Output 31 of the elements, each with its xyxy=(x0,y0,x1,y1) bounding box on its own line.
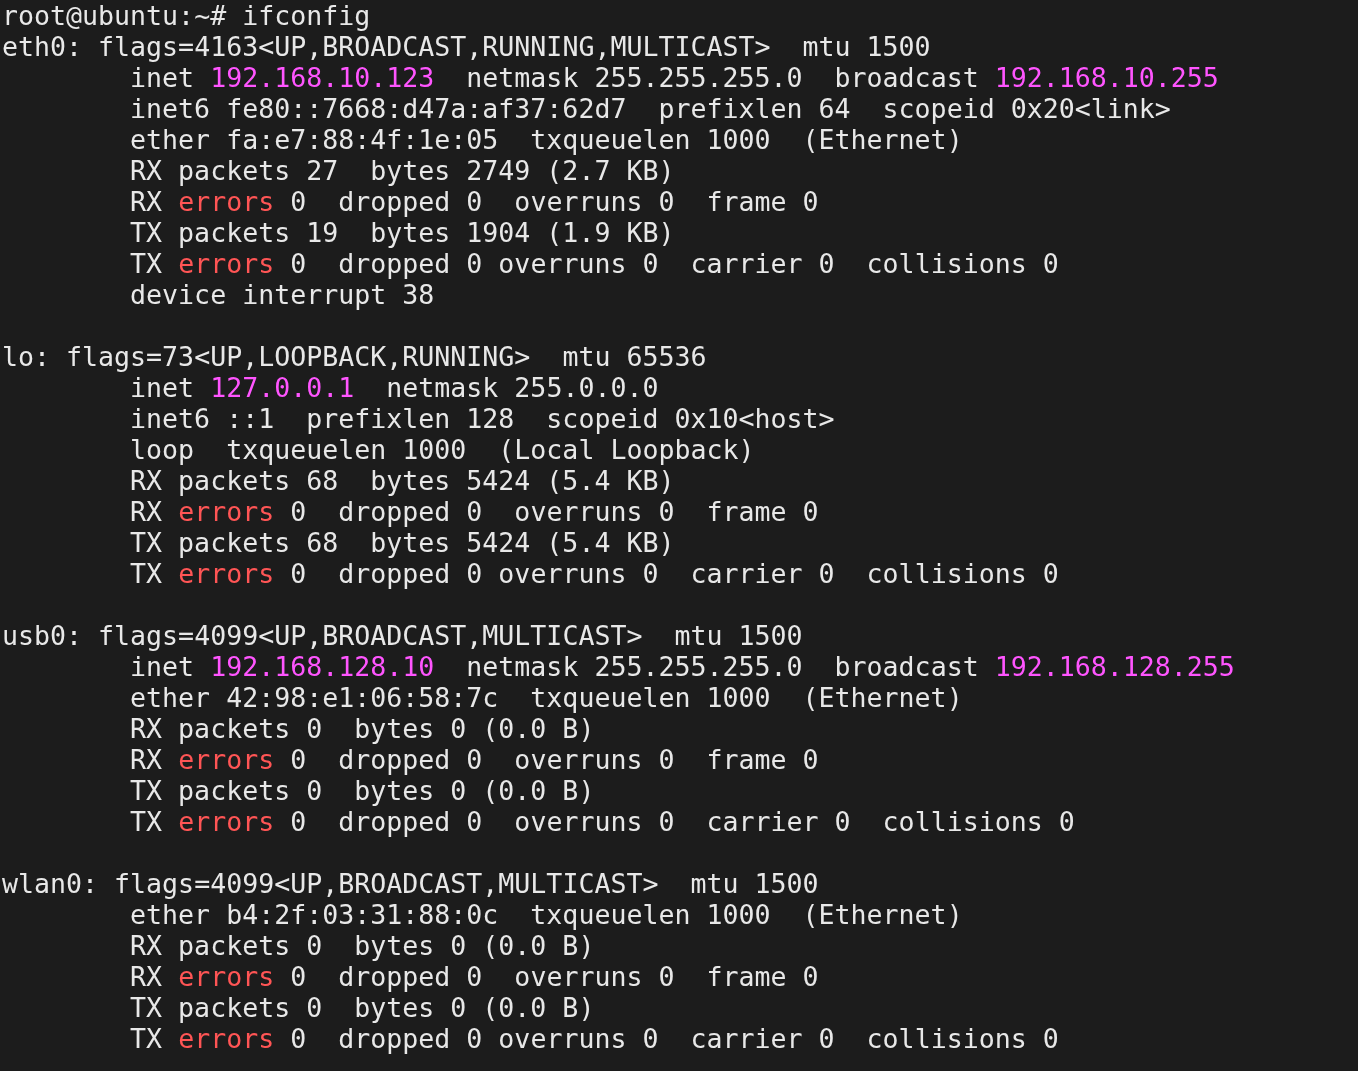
output-line: eth0: flags=4163<UP,BROADCAST,RUNNING,MULTICAST> mtu 1500 xyxy=(2,31,931,62)
output-line: ether fa:e7:88:4f:1e:05 txqueuelen 1000 (Ethernet) xyxy=(130,124,963,155)
output-line: inet6 fe80::7668:d47a:af37:62d7 prefixlen 64 scopeid 0x20<link> xyxy=(130,93,1171,124)
output-line: RX errors 0 dropped 0 overruns 0 frame 0 xyxy=(130,744,819,775)
output-line: lo: flags=73<UP,LOOPBACK,RUNNING> mtu 65536 xyxy=(2,341,707,372)
output-line: TX errors 0 dropped 0 overruns 0 carrier 0 collisions 0 xyxy=(130,248,1059,279)
output-line: ether 42:98:e1:06:58:7c txqueuelen 1000 (Ethernet) xyxy=(130,682,963,713)
output-line: RX errors 0 dropped 0 overruns 0 frame 0 xyxy=(130,961,819,992)
output-line: usb0: flags=4099<UP,BROADCAST,MULTICAST> mtu 1500 xyxy=(2,620,803,651)
output-line: inet 192.168.128.10 netmask 255.255.255.0 broadcast 192.168.128.255 xyxy=(130,651,1235,682)
output-line: RX errors 0 dropped 0 overruns 0 frame 0 xyxy=(130,186,819,217)
output-line: ether b4:2f:03:31:88:0c txqueuelen 1000 (Ethernet) xyxy=(130,899,963,930)
output-line: device interrupt 38 xyxy=(130,279,435,310)
output-line: RX packets 0 bytes 0 (0.0 B) xyxy=(130,930,595,961)
output-line: TX packets 19 bytes 1904 (1.9 KB) xyxy=(130,217,675,248)
output-line: TX packets 68 bytes 5424 (5.4 KB) xyxy=(130,527,675,558)
output-line: inet 127.0.0.1 netmask 255.0.0.0 xyxy=(130,372,659,403)
command-prompt: root@ubuntu:~# ifconfig xyxy=(2,0,372,31)
output-line: TX packets 0 bytes 0 (0.0 B) xyxy=(130,775,595,806)
output-line: inet6 ::1 prefixlen 128 scopeid 0x10<host> xyxy=(130,403,835,434)
output-line: TX errors 0 dropped 0 overruns 0 carrier 0 collisions 0 xyxy=(130,558,1059,589)
output-line: wlan0: flags=4099<UP,BROADCAST,MULTICAST> mtu 1500 xyxy=(2,868,819,899)
output-line: inet 192.168.10.123 netmask 255.255.255.0 broadcast 192.168.10.255 xyxy=(130,62,1219,93)
output-line: RX packets 68 bytes 5424 (5.4 KB) xyxy=(130,465,675,496)
output-line: TX packets 0 bytes 0 (0.0 B) xyxy=(130,992,595,1023)
output-line: RX packets 0 bytes 0 (0.0 B) xyxy=(130,713,595,744)
output-line: RX errors 0 dropped 0 overruns 0 frame 0 xyxy=(130,496,819,527)
output-line: loop txqueuelen 1000 (Local Loopback) xyxy=(130,434,755,465)
output-line: TX errors 0 dropped 0 overruns 0 carrier 0 collisions 0 xyxy=(130,1023,1059,1054)
output-line: RX packets 27 bytes 2749 (2.7 KB) xyxy=(130,155,675,186)
output-line: TX errors 0 dropped 0 overruns 0 carrier 0 collisions 0 xyxy=(130,806,1075,837)
